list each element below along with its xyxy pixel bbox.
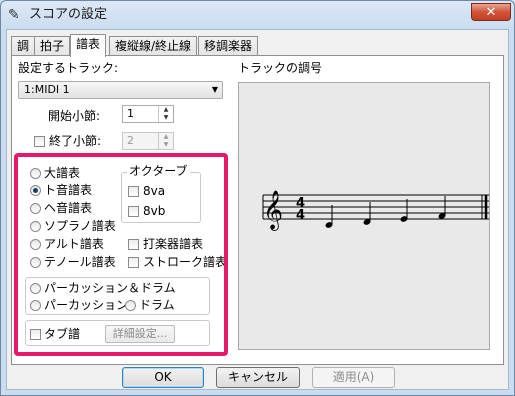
quarter-note-1	[325, 205, 333, 228]
score-settings-dialog: ✎ スコアの設定 ✕ 調 拍子 譜表 複縦線/終止線 移調楽器 設定するトラック…	[0, 0, 515, 396]
spin-up-icon[interactable]: ▲	[159, 106, 173, 114]
end-measure-spinner: 2 ▲ ▼	[122, 132, 174, 150]
preview-label: トラックの調号	[238, 61, 323, 75]
close-button[interactable]: ✕	[471, 3, 511, 21]
tab-staff[interactable]: 譜表	[70, 34, 107, 57]
tab-transposing[interactable]: 移調楽器	[198, 36, 259, 55]
title-bar: ✎ スコアの設定 ✕	[1, 1, 514, 29]
start-measure-spinner[interactable]: 1 ▲ ▼	[122, 105, 174, 123]
spinner-buttons: ▲ ▼	[158, 133, 173, 149]
tab-key[interactable]: 調	[11, 36, 36, 55]
spinner-buttons: ▲ ▼	[158, 106, 173, 122]
end-measure-value: 2	[127, 134, 134, 147]
spin-down-icon[interactable]: ▼	[159, 114, 173, 122]
spin-down-icon: ▼	[163, 141, 169, 148]
window-title: スコアの設定	[29, 7, 108, 22]
apply-button: 適用(A)	[312, 367, 395, 388]
quarter-note-3	[400, 199, 408, 222]
app-icon: ✎	[8, 7, 20, 23]
key-signature-preview: 𝄞 4 4	[238, 82, 490, 350]
highlight-box	[14, 153, 228, 356]
time-signature-bottom: 4	[296, 208, 305, 223]
quarter-note-4	[438, 196, 446, 219]
quarter-note-2	[363, 202, 371, 225]
tab-time-signature[interactable]: 拍子	[34, 36, 71, 55]
tab-barlines[interactable]: 複縦線/終止線	[109, 36, 198, 55]
end-measure-checkbox[interactable]	[34, 136, 45, 147]
track-select[interactable]: 1:MIDI 1 ▼	[18, 81, 223, 99]
end-measure-label: 終了小節:	[49, 134, 102, 148]
treble-clef-icon: 𝄞	[263, 190, 283, 231]
track-label: 設定するトラック:	[18, 61, 119, 75]
cancel-button[interactable]: キャンセル	[216, 367, 300, 388]
track-select-value: 1:MIDI 1	[24, 83, 70, 96]
chevron-down-icon: ▼	[211, 85, 218, 94]
spin-up-icon: ▲	[163, 133, 169, 140]
staff-preview-svg: 𝄞 4 4	[262, 190, 489, 231]
start-measure-value: 1	[127, 107, 134, 120]
ok-button[interactable]: OK	[122, 367, 204, 388]
start-measure-label: 開始小節:	[48, 109, 101, 123]
